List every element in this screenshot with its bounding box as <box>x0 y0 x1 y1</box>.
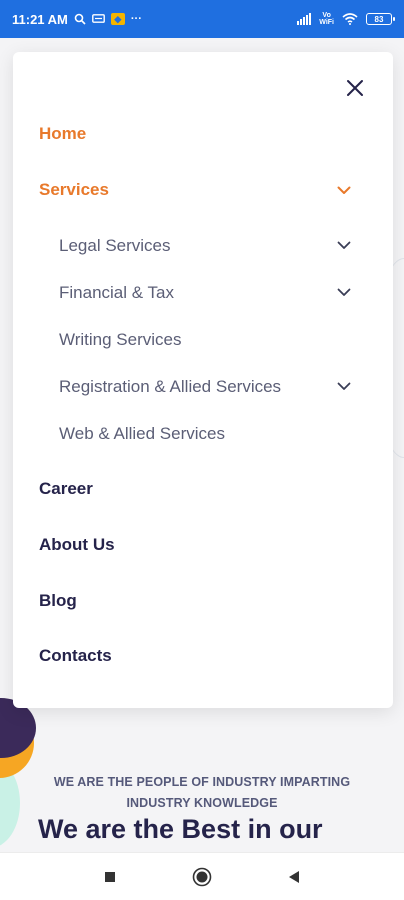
menu-item-home[interactable]: Home <box>39 124 86 144</box>
menu-item-services[interactable]: Services <box>39 180 109 200</box>
services-expand-toggle[interactable] <box>335 181 353 199</box>
system-navigation-bar <box>0 852 404 900</box>
circle-icon <box>192 867 212 886</box>
submenu-item-web-allied-services[interactable]: Web & Allied Services <box>59 424 225 444</box>
recents-button[interactable] <box>98 865 122 889</box>
app-notification-icon: ◆ <box>110 13 125 25</box>
chevron-down-icon <box>337 241 351 249</box>
menu-item-about-us[interactable]: About Us <box>39 535 115 555</box>
submenu-item-financial-tax[interactable]: Financial & Tax <box>59 283 174 303</box>
close-button[interactable] <box>343 76 367 100</box>
signal-icon <box>297 13 312 25</box>
menu-item-contacts[interactable]: Contacts <box>39 646 112 666</box>
home-button[interactable] <box>190 865 214 889</box>
status-bar: 11:21 AM ◆ ··· Vo WiFi 83 <box>0 0 404 38</box>
more-notifications-icon: ··· <box>130 13 142 25</box>
menu-item-blog[interactable]: Blog <box>39 591 77 611</box>
volte-indicator: Vo WiFi <box>319 12 334 26</box>
battery-level: 83 <box>374 14 384 24</box>
submenu-item-writing-services[interactable]: Writing Services <box>59 330 182 350</box>
search-notification-icon <box>74 13 86 25</box>
registration-expand-toggle[interactable] <box>335 377 353 395</box>
financial-tax-expand-toggle[interactable] <box>335 283 353 301</box>
message-notification-icon <box>91 13 105 25</box>
close-icon <box>347 80 363 96</box>
submenu-item-legal-services[interactable]: Legal Services <box>59 236 171 256</box>
chevron-down-icon <box>337 186 351 194</box>
triangle-back-icon <box>289 870 299 883</box>
navigation-drawer: Home Services Legal Services Financial &… <box>13 52 393 708</box>
submenu-item-registration-allied-services[interactable]: Registration & Allied Services <box>59 377 281 397</box>
battery-icon: 83 <box>366 13 395 25</box>
status-time: 11:21 AM <box>12 11 68 27</box>
wifi-icon <box>342 13 358 25</box>
legal-services-expand-toggle[interactable] <box>335 236 353 254</box>
back-button[interactable] <box>282 865 306 889</box>
hero-tagline: WE ARE THE PEOPLE OF INDUSTRY IMPARTING … <box>53 775 351 810</box>
chevron-down-icon <box>337 288 351 296</box>
chevron-down-icon <box>337 382 351 390</box>
square-icon <box>105 871 115 882</box>
menu-item-career[interactable]: Career <box>39 479 93 499</box>
hero-heading: We are the Best in our <box>38 814 323 844</box>
